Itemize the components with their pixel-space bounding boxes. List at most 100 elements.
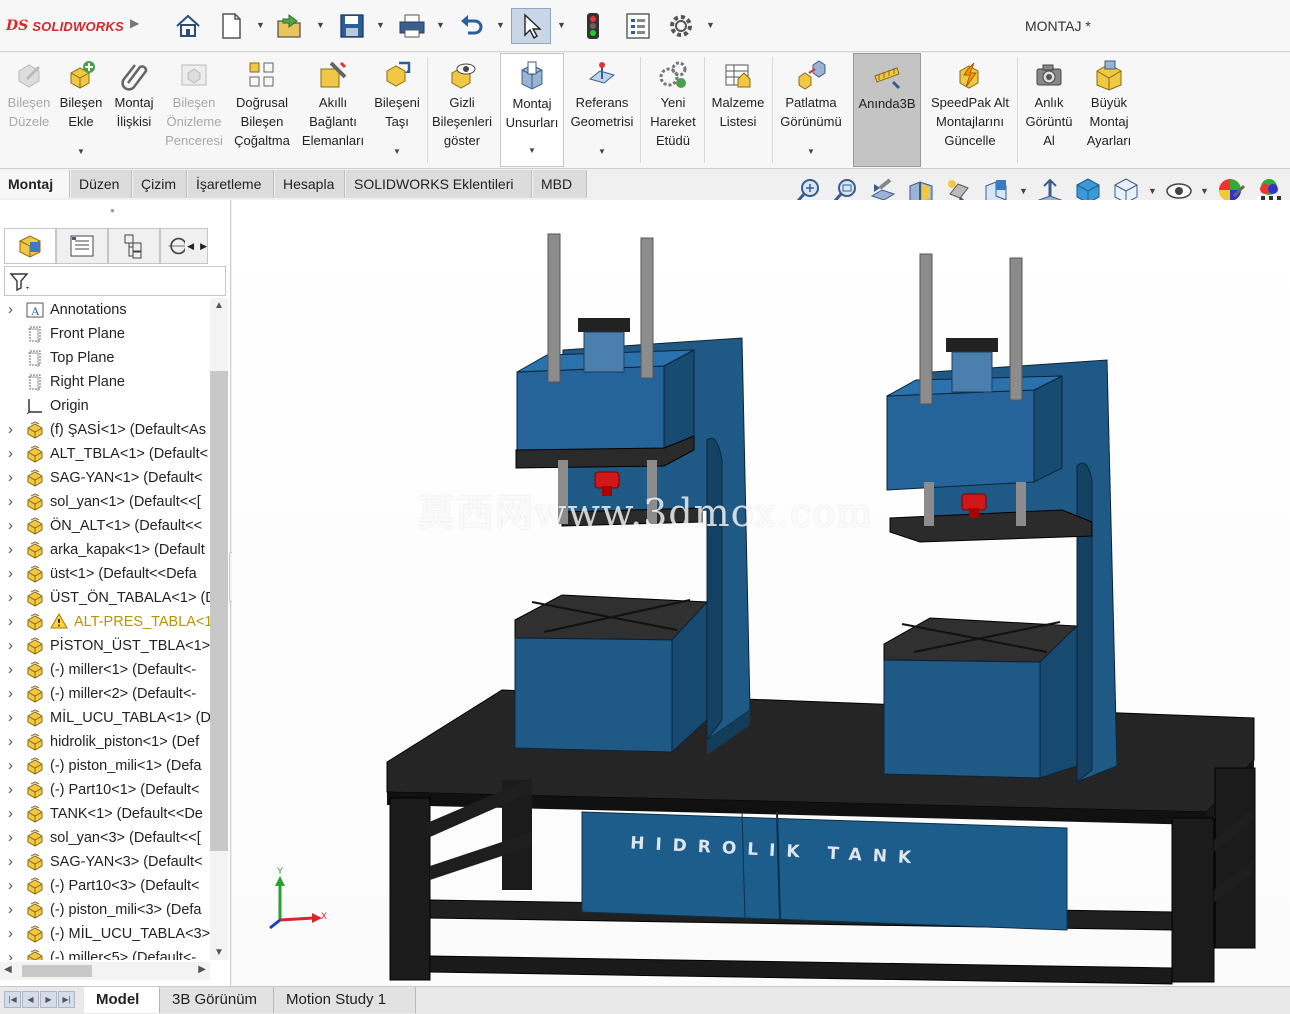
tree-node[interactable]: › (-) piston_mili<1> (Defa — [0, 754, 210, 778]
tree-node[interactable]: › PİSTON_ÜST_TBLA<1> ( — [0, 634, 210, 658]
expand-arrow-icon[interactable]: › — [8, 874, 13, 898]
tab-isaretleme[interactable]: İşaretleme — [188, 170, 274, 198]
undo-dropdown-icon[interactable]: ▼ — [496, 20, 505, 30]
update-speedpak-button[interactable]: SpeedPak Alt Montajlarını Güncelle — [925, 53, 1015, 167]
expand-arrow-icon[interactable]: › — [8, 730, 13, 754]
open-icon[interactable] — [272, 8, 308, 44]
rebuild-icon[interactable] — [576, 8, 610, 44]
insert-component-button[interactable]: Bileşen Ekle ▼ — [56, 53, 106, 167]
tab-hesapla[interactable]: Hesapla — [275, 170, 345, 198]
expand-arrow-icon[interactable]: › — [8, 298, 13, 322]
tree-vertical-scrollbar[interactable]: ▲ ▼ — [210, 298, 228, 960]
dimxpert-manager-tab[interactable]: ◀ ▶ — [160, 228, 208, 264]
tree-node[interactable]: › (-) Part10<1> (Default< — [0, 778, 210, 802]
tree-node[interactable]: › sol_yan<1> (Default<<[ — [0, 490, 210, 514]
view-orientation-dropdown-icon[interactable]: ▼ — [1019, 186, 1028, 196]
expand-arrow-icon[interactable]: › — [8, 514, 13, 538]
tree-node[interactable]: › (-) miller<2> (Default<- — [0, 682, 210, 706]
tree-node[interactable]: › sol_yan<3> (Default<<[ — [0, 826, 210, 850]
expand-arrow-icon[interactable]: › — [8, 658, 13, 682]
first-tab-icon[interactable]: |◀ — [4, 991, 21, 1008]
graphics-area[interactable]: Y X HIDROLIK TANK 莫西网www.3dmox.com — [232, 200, 1290, 986]
tree-node[interactable]: › ALT_TBLA<1> (Default< — [0, 442, 210, 466]
expand-arrow-icon[interactable]: › — [8, 418, 13, 442]
tree-node[interactable]: › ÖN_ALT<1> (Default<< — [0, 514, 210, 538]
tab-cizim[interactable]: Çizim — [133, 170, 187, 198]
property-manager-tab[interactable] — [56, 228, 108, 264]
tree-node[interactable]: › SAG-YAN<3> (Default< — [0, 850, 210, 874]
tree-node[interactable]: Top Plane — [0, 346, 210, 370]
assembly-features-button[interactable]: Montaj Unsurları ▼ — [500, 53, 564, 167]
assembly-features-dropdown-icon[interactable]: ▼ — [528, 141, 536, 160]
solidworks-logo[interactable]: DS SOLIDWORKS — [6, 14, 124, 38]
tree-node[interactable]: › SAG-YAN<1> (Default< — [0, 466, 210, 490]
new-dropdown-icon[interactable]: ▼ — [256, 20, 265, 30]
expand-arrow-icon[interactable]: › — [8, 754, 13, 778]
file-properties-icon[interactable] — [620, 8, 656, 44]
tree-node[interactable]: Front Plane — [0, 322, 210, 346]
options-gear-icon[interactable] — [662, 8, 700, 44]
reference-geometry-dropdown-icon[interactable]: ▼ — [598, 142, 606, 161]
exploded-view-button[interactable]: Patlatma Görünümü ▼ — [774, 53, 848, 167]
last-tab-icon[interactable]: ▶| — [58, 991, 75, 1008]
print-icon[interactable] — [394, 8, 430, 44]
expand-arrow-icon[interactable]: › — [8, 538, 13, 562]
tabs-scroll-left-icon[interactable]: ◀ — [187, 241, 194, 252]
tab-mbd[interactable]: MBD — [533, 170, 587, 198]
tree-node[interactable]: Origin — [0, 394, 210, 418]
exploded-view-dropdown-icon[interactable]: ▼ — [807, 142, 815, 161]
tree-node[interactable]: › (-) miller<1> (Default<- — [0, 658, 210, 682]
expand-arrow-icon[interactable]: › — [8, 922, 13, 946]
tree-node[interactable]: › (-) miller<5> (Default<- — [0, 946, 210, 960]
tree-node[interactable]: › (-) piston_mili<3> (Defa — [0, 898, 210, 922]
expand-arrow-icon[interactable]: › — [8, 586, 13, 610]
scroll-right-icon[interactable]: ▶ — [198, 964, 206, 975]
tree-node[interactable]: › ALT-PRES_TABLA<1 — [0, 610, 210, 634]
tab-3b-gorunum[interactable]: 3B Görünüm — [160, 987, 274, 1013]
scroll-left-icon[interactable]: ◀ — [4, 964, 12, 975]
insert-component-dropdown-icon[interactable]: ▼ — [77, 142, 85, 161]
select-icon[interactable] — [511, 8, 551, 44]
tree-node[interactable]: › üst<1> (Default<<Defa — [0, 562, 210, 586]
tree-node[interactable]: › A Annotations — [0, 298, 210, 322]
home-icon[interactable] — [170, 8, 206, 44]
select-dropdown-icon[interactable]: ▼ — [557, 20, 566, 30]
filter-icon[interactable] — [8, 270, 32, 294]
tab-motion-study[interactable]: Motion Study 1 — [274, 987, 416, 1013]
scroll-up-icon[interactable]: ▲ — [214, 300, 224, 311]
tree-node[interactable]: › MİL_UCU_TABLA<1> (D — [0, 706, 210, 730]
expand-arrow-icon[interactable]: › — [8, 850, 13, 874]
tree-node[interactable]: › TANK<1> (Default<<De — [0, 802, 210, 826]
edit-component-button[interactable]: Bileşen Düzele — [2, 53, 56, 167]
print-dropdown-icon[interactable]: ▼ — [436, 20, 445, 30]
hide-show-dropdown-icon[interactable]: ▼ — [1148, 186, 1157, 196]
scroll-down-icon[interactable]: ▼ — [214, 947, 224, 958]
mate-button[interactable]: Montaj İlişkisi — [108, 53, 160, 167]
configuration-manager-tab[interactable] — [108, 228, 160, 264]
expand-arrow-icon[interactable]: › — [8, 802, 13, 826]
tree-node[interactable]: Right Plane — [0, 370, 210, 394]
tab-duzen[interactable]: Düzen — [71, 170, 132, 198]
options-dropdown-icon[interactable]: ▼ — [706, 20, 715, 30]
expand-arrow-icon[interactable]: › — [8, 946, 13, 960]
new-motion-study-button[interactable]: Yeni Hareket Etüdü — [644, 53, 702, 167]
save-icon[interactable] — [334, 8, 370, 44]
horizontal-scroll-thumb[interactable] — [22, 965, 92, 977]
expand-arrow-icon[interactable]: › — [8, 634, 13, 658]
instant3d-button[interactable]: Anında3B — [853, 53, 921, 167]
expand-arrow-icon[interactable]: › — [8, 442, 13, 466]
expand-arrow-icon[interactable]: › — [8, 466, 13, 490]
feature-manager-tab[interactable] — [4, 228, 56, 264]
tree-node[interactable]: › hidrolik_piston<1> (Def — [0, 730, 210, 754]
undo-icon[interactable] — [454, 8, 490, 44]
tab-montaj[interactable]: Montaj — [0, 170, 70, 198]
panel-grip-icon[interactable]: ● — [110, 206, 115, 215]
expand-arrow-icon[interactable]: › — [8, 490, 13, 514]
expand-arrow-icon[interactable]: › — [8, 778, 13, 802]
show-hidden-components-button[interactable]: Gizli Bileşenleri göster — [430, 53, 494, 167]
tree-filter-bar[interactable] — [4, 266, 226, 296]
move-component-dropdown-icon[interactable]: ▼ — [393, 142, 401, 161]
large-assembly-settings-button[interactable]: Büyük Montaj Ayarları — [1080, 53, 1138, 167]
tabs-scroll-right-icon[interactable]: ▶ — [200, 241, 207, 252]
menu-expand-arrow-icon[interactable]: ▶ — [130, 16, 139, 30]
